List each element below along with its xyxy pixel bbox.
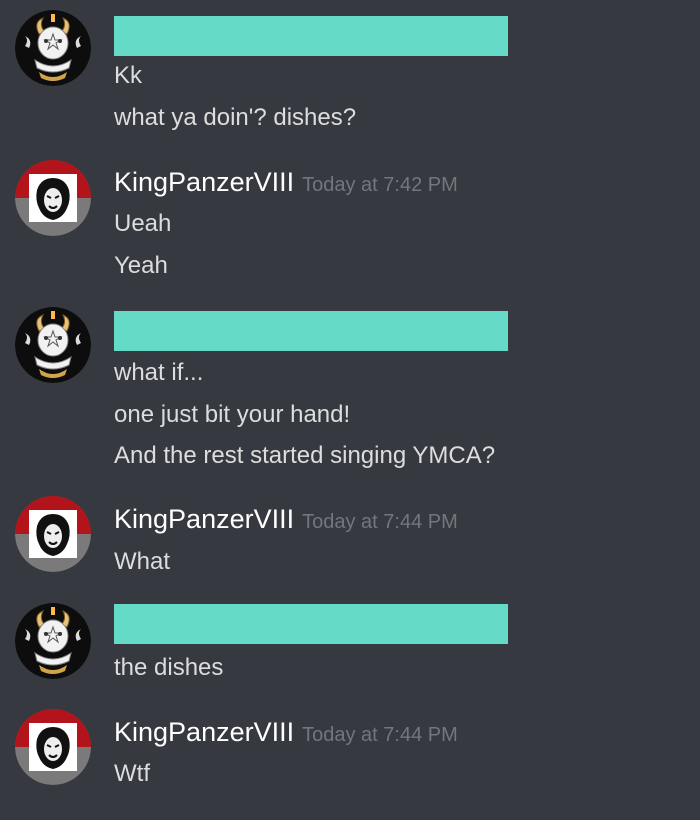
- message-line: what if...: [114, 359, 204, 386]
- message-line: the dishes: [114, 654, 224, 681]
- goat-avatar-icon[interactable]: [15, 10, 91, 86]
- message-line: Ueah: [114, 210, 172, 237]
- lion-avatar-icon[interactable]: [15, 709, 91, 785]
- redacted-username: [114, 16, 508, 56]
- redacted-username: [114, 604, 508, 644]
- timestamp: Today at 7:44 PM: [302, 724, 458, 746]
- username[interactable]: KingPanzerVIII: [114, 504, 294, 534]
- username[interactable]: KingPanzerVIII: [114, 717, 294, 747]
- goat-avatar-icon[interactable]: [15, 307, 91, 383]
- lion-avatar-icon[interactable]: [15, 496, 91, 572]
- timestamp: Today at 7:44 PM: [302, 511, 458, 533]
- message-line: what ya doin'? dishes?: [114, 104, 357, 131]
- message-header: KingPanzerVIII Today at 7:44 PM: [114, 717, 458, 748]
- message-header: KingPanzerVIII Today at 7:44 PM: [114, 504, 458, 535]
- timestamp: Today at 7:42 PM: [302, 174, 458, 196]
- message-line: Wtf: [114, 760, 150, 787]
- redacted-username: [114, 311, 508, 351]
- message-line: one just bit your hand!: [114, 401, 351, 428]
- message-line: What: [114, 548, 171, 575]
- lion-avatar-icon[interactable]: [15, 160, 91, 236]
- message-line: Yeah: [114, 252, 168, 279]
- goat-avatar-icon[interactable]: [15, 603, 91, 679]
- username[interactable]: KingPanzerVIII: [114, 167, 294, 197]
- message-header: KingPanzerVIII Today at 7:42 PM: [114, 167, 458, 198]
- message-line: And the rest started singing YMCA?: [114, 442, 496, 469]
- message-line: Kk: [114, 62, 143, 89]
